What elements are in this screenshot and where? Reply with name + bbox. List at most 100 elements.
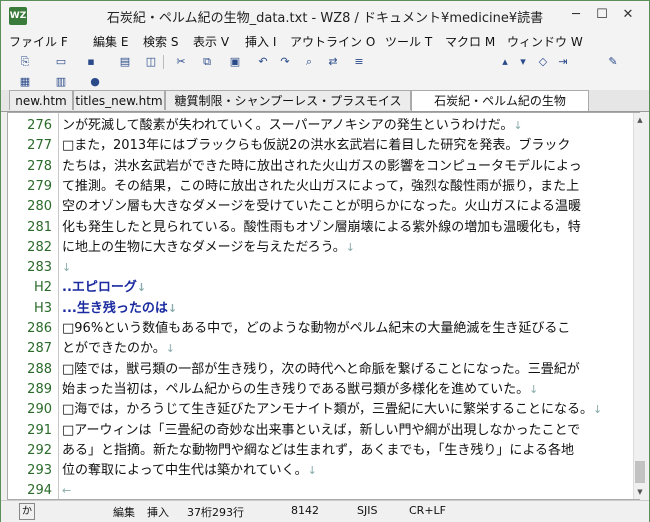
status-cursor-position: 37桁293行 <box>187 506 244 519</box>
editor-line[interactable]: 281 化も発生したと見られている。酸性雨もオゾン層崩壊による紫外線の増加も温暖化… <box>8 217 628 238</box>
line-text: □陸では，獣弓類の一部が生き残り，次の時代へと命脈を繋げることになった。三畳紀が <box>62 359 580 380</box>
status-line-ending[interactable]: CR+LF <box>409 504 446 517</box>
editor-line[interactable]: 279 て推測。その結果，この時に放出された火山ガスによって，強烈な酸性雨が振り，… <box>8 176 628 197</box>
outline-icon[interactable]: ▦ <box>17 74 33 90</box>
editor-line[interactable]: 283 ↓ <box>8 257 628 278</box>
toolbar-main: ⎘ ▭ ▪ ▤ ◫ ✂ ⧉ ▣ ↶ ↷ ⌕ ⇄ ≡ ★☆☆★☆★☆☆ ▾ ▴ ▾… <box>1 51 649 120</box>
line-text-content: □96%という数値もある中で，どのような動物がペルム紀末の大量絶滅を生き延びるこ <box>62 321 571 336</box>
close-button[interactable]: ✕ <box>615 5 641 25</box>
panel-icon[interactable]: ▥ <box>53 74 69 90</box>
line-text-content: とができたのか。 <box>62 341 166 357</box>
line-number: 289 <box>27 381 52 397</box>
line-number: 282 <box>27 239 52 255</box>
editor-line[interactable]: 286 □96%という数値もある中で，どのような動物がペルム紀末の大量絶滅を生き延… <box>8 318 628 339</box>
line-text-content: 空のオゾン層も大きなダメージを受けていたことが明らかになった。火山ガスによる温暖 <box>62 199 581 215</box>
status-bar: か 編集 挿入 37桁293行 8142 SJIS CR+LF <box>1 500 649 522</box>
cut-icon[interactable]: ✂ <box>173 54 189 70</box>
grep-icon[interactable]: ≡ <box>351 54 367 70</box>
undo-icon[interactable]: ↶ <box>255 54 271 70</box>
line-text-content: □海では，かろうじて生き延びたアンモナイト類が，三畳紀に大いに繁栄することになる… <box>62 402 593 418</box>
menu-tools[interactable]: ツール T <box>385 33 432 50</box>
copy-icon[interactable]: ⧉ <box>199 54 215 70</box>
editor-line[interactable]: 287 とができたのか。↓ <box>8 338 628 359</box>
menu-insert[interactable]: 挿入 I <box>245 33 276 50</box>
replace-icon[interactable]: ⇄ <box>325 54 341 70</box>
scroll-thumb[interactable] <box>635 461 645 483</box>
tab-sekitanki[interactable]: 石炭紀・ペルム紀の生物_data.txt <box>411 90 589 128</box>
status-encoding[interactable]: SJIS <box>357 504 377 517</box>
editor-line[interactable]: 276 ンが死滅して酸素が失われていく。スーパーアノキシアの発生というわけだ。↓ <box>8 115 628 136</box>
line-text-content: て推測。その結果，この時に放出された火山ガスによって，強烈な酸性雨が振り，また上 <box>62 178 580 194</box>
editor-line[interactable]: 292 ある」と指摘。新たな動物門や綱などは生まれず，あくまでも，「生き残り」によ… <box>8 440 628 461</box>
jump-icon[interactable]: ⇥ <box>555 54 571 70</box>
scroll-up-icon[interactable]: ▲ <box>634 113 646 127</box>
editor-line[interactable]: 277 □また，2013年にはブラックらも仮説2の洪水玄武岩に着目した研究を発表。… <box>8 135 628 156</box>
line-number: 291 <box>27 422 52 438</box>
line-text-content: □また，2013年にはブラックらも仮説2の洪水玄武岩に着目した研究を発表。ブラッ… <box>62 138 571 154</box>
maximize-button[interactable]: ☐ <box>589 5 615 25</box>
open-folder-icon[interactable]: ▭ <box>53 54 69 70</box>
print-icon[interactable]: ▤ <box>117 54 133 70</box>
line-text-content: 始まった当初は，ペルム紀からの生き残りである獣弓類が多様化を進めていた。 <box>62 381 530 397</box>
status-insert-mode[interactable]: 挿入 <box>147 504 169 520</box>
line-number: H2 <box>33 280 52 296</box>
menu-edit[interactable]: 編集 E <box>93 33 128 50</box>
vertical-scrollbar[interactable]: ▲ ▼ <box>633 113 646 499</box>
scroll-down-icon[interactable]: ▼ <box>634 485 646 499</box>
menu-outline[interactable]: アウトライン O <box>290 33 375 50</box>
new-file-icon[interactable]: ⎘ <box>17 54 33 70</box>
preview-icon[interactable]: ◫ <box>143 54 159 70</box>
editor-line[interactable]: 280 空のオゾン層も大きなダメージを受けていたことが明らかになった。火山ガスによ… <box>8 196 628 217</box>
menu-view[interactable]: 表示 V <box>193 33 229 50</box>
prev-mark-icon[interactable]: ▴ <box>497 54 513 70</box>
line-number: 292 <box>27 442 52 458</box>
line-text: 化も発生したと見られている。酸性雨もオゾン層崩壊による紫外線の増加も温暖化も，特 <box>62 217 581 238</box>
tab-titles-new[interactable]: titles_new.htm <box>73 90 165 110</box>
window-title: 石炭紀・ペルム紀の生物_data.txt - WZ8 / ドキュメント¥medi… <box>106 11 544 26</box>
line-text: □96%という数値もある中で，どのような動物がペルム紀末の大量絶滅を生き延びるこ <box>62 318 570 339</box>
tab-toushitsu[interactable]: 糖質制限・シャンプーレス・プラスモイスト.txt <box>165 90 411 128</box>
minimize-button[interactable]: ─ <box>563 5 589 25</box>
menu-bar: ファイル F 編集 E 検索 S 表示 V 挿入 I アウトライン O ツール … <box>1 31 649 51</box>
line-end-mark-icon: ↓ <box>513 119 523 132</box>
text-editor[interactable]: 276 ンが死滅して酸素が失われていく。スーパーアノキシアの発生というわけだ。↓ 2… <box>7 112 646 501</box>
save-icon[interactable]: ▪ <box>83 54 99 70</box>
edit-pen-icon[interactable]: ✎ <box>605 54 621 70</box>
menu-search[interactable]: 検索 S <box>143 33 178 50</box>
line-number: 293 <box>27 463 52 479</box>
menu-file[interactable]: ファイル F <box>9 33 68 50</box>
line-end-mark-icon: ↓ <box>136 281 147 295</box>
line-text: □海では，かろうじて生き延びたアンモナイト類が，三畳紀に大いに繁栄することになる… <box>62 399 602 420</box>
ime-indicator[interactable]: か <box>19 503 35 520</box>
editor-line[interactable]: 291 □アーウィンは「三畳紀の奇妙な出来事といえば，新しい門や綱が出現しなかった… <box>8 420 628 441</box>
line-number: 294 <box>27 483 52 499</box>
editor-line[interactable]: H2 ..エピローグ↓ <box>8 277 628 298</box>
line-number: 286 <box>27 321 52 336</box>
line-end-mark-icon: ← <box>62 484 72 498</box>
editor-line[interactable]: 278 たちは，洪水玄武岩ができた時に放出された火山ガスの影響をコンピュータモデル… <box>8 156 628 177</box>
help-icon[interactable]: ● <box>87 74 103 90</box>
line-text-content: ンが死滅して酸素が失われていく。スーパーアノキシアの発生というわけだ。 <box>62 118 514 133</box>
editor-line[interactable]: 293 位の奪取によって中生代は築かれていく。↓ <box>8 460 628 481</box>
toggle-mark-icon[interactable]: ◇ <box>535 54 551 70</box>
line-text-content: ある」と指摘。新たな動物門や綱などは生まれず，あくまでも，「生き残り」による各地 <box>62 442 574 458</box>
line-text-content: ..エピローグ <box>62 280 137 296</box>
line-number: 276 <box>27 118 52 133</box>
line-number: 290 <box>27 402 52 418</box>
editor-line[interactable]: 282 に地上の生物に大きなダメージを与えただろう。↓ <box>8 237 628 258</box>
redo-icon[interactable]: ↷ <box>277 54 293 70</box>
menu-macro[interactable]: マクロ M <box>445 33 495 50</box>
editor-line[interactable]: 289 始まった当初は，ペルム紀からの生き残りである獣弓類が多様化を進めていた。↓ <box>8 379 628 400</box>
find-icon[interactable]: ⌕ <box>301 54 317 70</box>
menu-window[interactable]: ウィンドウ W <box>507 33 583 50</box>
line-text-content: ...生き残ったのは <box>62 300 168 316</box>
editor-line[interactable]: 294 ← <box>8 480 628 501</box>
paste-icon[interactable]: ▣ <box>227 54 243 70</box>
tab-new-htm[interactable]: new.htm <box>9 90 73 110</box>
next-mark-icon[interactable]: ▾ <box>515 54 531 70</box>
editor-line[interactable]: H3 ...生き残ったのは↓ <box>8 298 628 319</box>
line-text-content: たちは，洪水玄武岩ができた時に放出された火山ガスの影響をコンピュータモデルによっ <box>62 158 582 174</box>
editor-line[interactable]: 288 □陸では，獣弓類の一部が生き残り，次の時代へと命脈を繋げることになった。三… <box>8 359 628 380</box>
editor-line[interactable]: 290 □海では，かろうじて生き延びたアンモナイト類が，三畳紀に大いに繁栄すること… <box>8 399 628 420</box>
line-end-mark-icon: ↓ <box>62 261 72 275</box>
